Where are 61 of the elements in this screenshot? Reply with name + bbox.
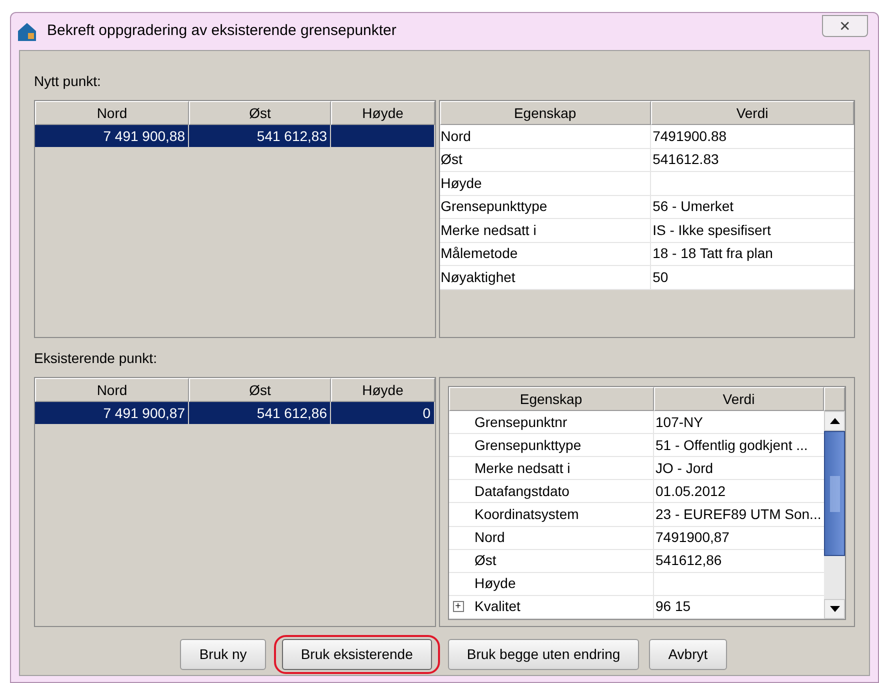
property-name: Merke nedsatt i [440, 220, 536, 240]
table-cell-text: 0 [422, 404, 430, 422]
property-name: Kvalitet [474, 597, 520, 616]
window-title: Bekreft oppgradering av eksisterende grensepunkter [47, 21, 396, 42]
column-header[interactable]: Egenskap [440, 101, 651, 125]
property-value: 96 15 [656, 597, 691, 616]
column-header[interactable]: Egenskap [448, 387, 654, 411]
property-name: Merke nedsatt i [474, 458, 570, 478]
property-name: Grensepunkttype [440, 197, 548, 216]
table-cell-text: 541 612,83 [256, 126, 327, 146]
property-value: 541612.83 [652, 150, 719, 170]
property-value: 01.05.2012 [656, 482, 726, 501]
dialog-button[interactable]: Avbryt [649, 639, 727, 670]
close-button[interactable]: ✕ [822, 14, 868, 36]
property-name: Øst [474, 551, 496, 570]
property-name: Målemetode [440, 244, 518, 264]
column-header[interactable]: Nord [35, 101, 189, 125]
table-cell-text: 7 491 900,88 [103, 126, 185, 146]
scrollbar[interactable] [824, 387, 845, 619]
section-label: Nytt punkt: [34, 72, 102, 91]
column-header[interactable]: Verdi [654, 387, 824, 411]
property-name: Grensepunktnr [474, 412, 568, 432]
column-header[interactable]: Høyde [331, 101, 435, 125]
property-value: 56 - Umerket [652, 197, 734, 216]
property-value: JO - Jord [656, 458, 714, 478]
property-value: 541612,86 [656, 551, 722, 570]
property-name: Nøyaktighet [440, 268, 516, 287]
property-name: Nord [440, 126, 471, 146]
column-header[interactable]: Nord [35, 378, 189, 402]
house-icon [17, 22, 37, 42]
down-arrow-icon[interactable] [830, 606, 840, 612]
property-name: Øst [440, 150, 462, 170]
column-header[interactable]: Verdi [650, 101, 854, 125]
property-name: Koordinatsystem [474, 504, 579, 524]
expand-toggle[interactable]: + [452, 601, 464, 612]
property-value: 7491900.88 [652, 126, 727, 146]
property-name: Høyde [474, 574, 516, 594]
property-value: 50 [652, 268, 668, 287]
dialog-button[interactable]: Bruk begge uten endring [448, 639, 640, 670]
column-header[interactable]: Øst [189, 101, 331, 125]
section-label: Eksisterende punkt: [34, 349, 158, 368]
table-cell-text: 7 491 900,87 [103, 404, 185, 422]
grip-icon [830, 476, 840, 512]
table-cell-text: 541 612,86 [256, 404, 327, 422]
dialog-button[interactable]: Bruk eksisterende [282, 639, 432, 670]
dialog-button[interactable]: Bruk ny [180, 639, 266, 670]
table-row[interactable]: 7 491 900,88 541 612,83 [35, 125, 435, 147]
up-arrow-icon[interactable] [830, 418, 840, 424]
column-header[interactable]: Høyde [331, 378, 434, 402]
property-name: Grensepunkttype [474, 436, 582, 455]
property-value: 51 - Offentlig godkjent ... [656, 436, 808, 455]
property-name: Høyde [440, 174, 482, 193]
property-value: 7491900,87 [656, 528, 730, 548]
property-name: Nord [474, 528, 505, 548]
property-value: 107-NY [656, 412, 703, 432]
property-name: Datafangstdato [474, 482, 570, 501]
table-row[interactable]: 7 491 900,87 541 612,86 0 [35, 402, 434, 424]
column-header[interactable]: Øst [189, 378, 331, 402]
property-value: IS - Ikke spesifisert [652, 220, 771, 240]
property-value: 18 - 18 Tatt fra plan [652, 244, 773, 264]
property-value: 23 - EUREF89 UTM Son... [656, 504, 822, 524]
